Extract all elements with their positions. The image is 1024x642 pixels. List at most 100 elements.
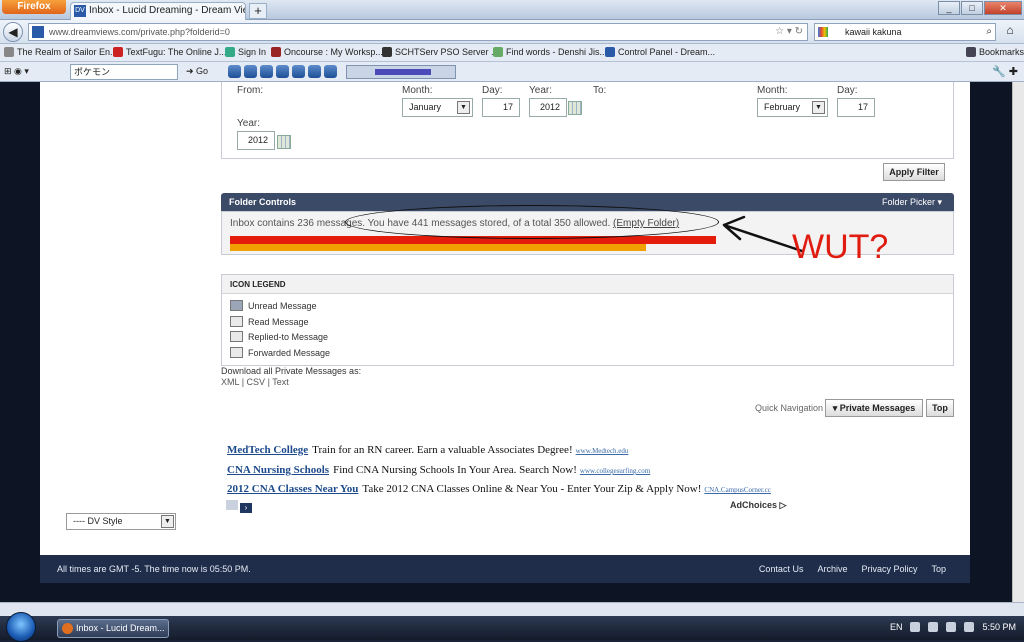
bookmark-item[interactable]: SCHTServ PSO Server ... xyxy=(382,47,499,57)
taskbar-item-firefox[interactable]: Inbox - Lucid Dream... xyxy=(57,619,169,638)
system-tray: EN 5:50 PM xyxy=(882,622,1016,632)
toolbar-tool-icon[interactable] xyxy=(260,65,273,78)
download-label: Download all Private Messages as: xyxy=(221,366,362,376)
schtserv-favicon-icon xyxy=(382,47,392,57)
calendar-icon[interactable] xyxy=(568,101,582,115)
from-day-input[interactable]: 17 xyxy=(482,98,520,117)
navigation-toolbar: ◀ www.dreamviews.com/private.php?folderi… xyxy=(0,20,1024,44)
ad-item[interactable]: 2012 CNA Classes Near You Take 2012 CNA C… xyxy=(227,483,771,495)
iu-favicon-icon xyxy=(271,47,281,57)
firefox-menu-button[interactable]: Firefox xyxy=(2,0,66,14)
toolbar-tool-icon[interactable] xyxy=(276,65,289,78)
icon-legend-title: ICON LEGEND xyxy=(222,275,953,294)
legend-item-unread: Unread Message xyxy=(230,300,317,311)
download-links: XML | CSV | Text xyxy=(221,377,289,387)
folder-picker-link[interactable]: Folder Picker ▾ xyxy=(882,193,942,211)
from-year-label: Year: xyxy=(529,85,552,96)
url-bar[interactable]: www.dreamviews.com/private.php?folderid=… xyxy=(28,23,808,41)
reload-icon[interactable]: ☆ ▾ ↻ xyxy=(775,24,803,40)
ad-pager: › xyxy=(226,500,254,513)
bookmark-item[interactable]: Sign In xyxy=(225,47,266,57)
ad-item[interactable]: CNA Nursing Schools Find CNA Nursing Scho… xyxy=(227,464,650,476)
media-progress-bar[interactable] xyxy=(375,69,431,75)
storage-usage-bar-secondary xyxy=(230,244,646,251)
folder-controls-title: Folder Controls xyxy=(229,197,296,207)
to-month-select[interactable]: February ▼ xyxy=(757,98,828,117)
style-select[interactable]: ---- DV Style ▼ xyxy=(66,513,176,530)
bookmarks-menu[interactable]: Bookmarks xyxy=(966,47,1024,57)
archive-link[interactable]: Archive xyxy=(817,564,847,574)
to-day-input[interactable]: 17 xyxy=(837,98,875,117)
chevron-down-icon: ▼ xyxy=(161,515,174,528)
privacy-policy-link[interactable]: Privacy Policy xyxy=(861,564,917,574)
toolbar-search-input[interactable]: ポケモン xyxy=(70,64,178,80)
ad-item[interactable]: MedTech College Train for an RN career. E… xyxy=(227,444,628,456)
bookmark-item[interactable]: Find words - Denshi Jis... xyxy=(493,47,607,57)
addon-toolbar: ⊞ ◉ ▾ ポケモン ➜ Go 🔧 ✚ xyxy=(0,62,1024,82)
close-button[interactable]: ✕ xyxy=(984,1,1022,15)
wrench-icon[interactable]: 🔧 ✚ xyxy=(992,65,1018,78)
chevron-down-icon: ▼ xyxy=(812,101,825,114)
window-controls: _ □ ✕ xyxy=(937,1,1022,15)
ad-next-icon[interactable]: › xyxy=(240,503,252,513)
bookmark-item[interactable]: Control Panel - Dream... xyxy=(605,47,715,57)
bookmark-item[interactable]: The Realm of Sailor En... xyxy=(4,47,118,57)
denshi-favicon-icon xyxy=(493,47,503,57)
bookmarks-toolbar: The Realm of Sailor En... TextFugu: The … xyxy=(0,44,1024,62)
start-button[interactable] xyxy=(6,612,36,642)
bookmark-item[interactable]: TextFugu: The Online J... xyxy=(113,47,226,57)
addon-menu-icon[interactable]: ⊞ ◉ ▾ xyxy=(4,66,29,77)
toolbar-tool-icon[interactable] xyxy=(324,65,337,78)
volume-icon[interactable] xyxy=(964,622,975,632)
tray-app-icon[interactable] xyxy=(910,622,921,632)
to-year-label: Year: xyxy=(237,118,260,129)
clock[interactable]: 5:50 PM xyxy=(982,622,1016,632)
language-indicator[interactable]: EN xyxy=(890,622,903,632)
from-month-select[interactable]: January ▼ xyxy=(402,98,473,117)
search-icon[interactable]: ⌕ xyxy=(986,24,992,40)
new-tab-button[interactable]: + xyxy=(249,3,267,19)
network-icon[interactable] xyxy=(946,622,957,632)
minimize-button[interactable]: _ xyxy=(938,1,960,15)
timezone-text: All times are GMT -5. The time now is 05… xyxy=(57,564,251,574)
to-year-input[interactable]: 2012 xyxy=(237,131,275,150)
toolbar-go-button[interactable]: ➜ Go xyxy=(186,66,208,77)
adchoices-label[interactable]: AdChoices ▷ xyxy=(730,500,786,511)
calendar-icon[interactable] xyxy=(277,135,291,149)
sailor-favicon-icon xyxy=(4,47,14,57)
tab-inbox[interactable]: DV Inbox - Lucid Dreaming - Dream Views xyxy=(70,2,246,20)
footer-top-link[interactable]: Top xyxy=(931,564,946,574)
maximize-button[interactable]: □ xyxy=(961,1,983,15)
top-button[interactable]: Top xyxy=(926,399,954,417)
from-year-input[interactable]: 2012 xyxy=(529,98,567,117)
bookmarks-icon xyxy=(966,47,976,57)
media-player-widget[interactable] xyxy=(346,65,456,79)
download-xml-link[interactable]: XML xyxy=(221,377,239,387)
page-footer: All times are GMT -5. The time now is 05… xyxy=(40,555,970,583)
home-icon[interactable]: ⌂ xyxy=(1000,23,1020,41)
search-bar[interactable]: kawaii kakuna ⌕ xyxy=(814,23,996,41)
back-button[interactable]: ◀ xyxy=(3,22,23,42)
download-text-link[interactable]: Text xyxy=(272,377,289,387)
url-text: www.dreamviews.com/private.php?folderid=… xyxy=(49,27,230,37)
bookmark-item[interactable]: Oncourse : My Worksp... xyxy=(271,47,383,57)
from-label: From: xyxy=(237,85,264,96)
replied-message-icon xyxy=(230,331,243,342)
quick-navigation-select[interactable]: ▾ Private Messages xyxy=(825,399,923,417)
search-text: kawaii kakuna xyxy=(845,27,902,37)
toolbar-tool-icon[interactable] xyxy=(228,65,241,78)
contact-us-link[interactable]: Contact Us xyxy=(759,564,804,574)
toolbar-tool-icon[interactable] xyxy=(292,65,305,78)
apply-filter-button[interactable]: Apply Filter xyxy=(883,163,945,181)
ad-prev-icon[interactable] xyxy=(226,500,238,510)
toolbar-tool-icon[interactable] xyxy=(244,65,257,78)
dreamviews-favicon-icon xyxy=(605,47,615,57)
download-csv-link[interactable]: CSV xyxy=(247,377,266,387)
vertical-scrollbar[interactable] xyxy=(1012,82,1024,602)
toolbar-tool-icon[interactable] xyxy=(308,65,321,78)
tray-app-icon[interactable] xyxy=(928,622,939,632)
site-favicon-icon xyxy=(32,26,44,38)
from-month-label: Month: xyxy=(402,85,433,96)
tab-title: Inbox - Lucid Dreaming - Dream Views xyxy=(89,5,246,16)
annotation-ellipse xyxy=(345,205,719,239)
